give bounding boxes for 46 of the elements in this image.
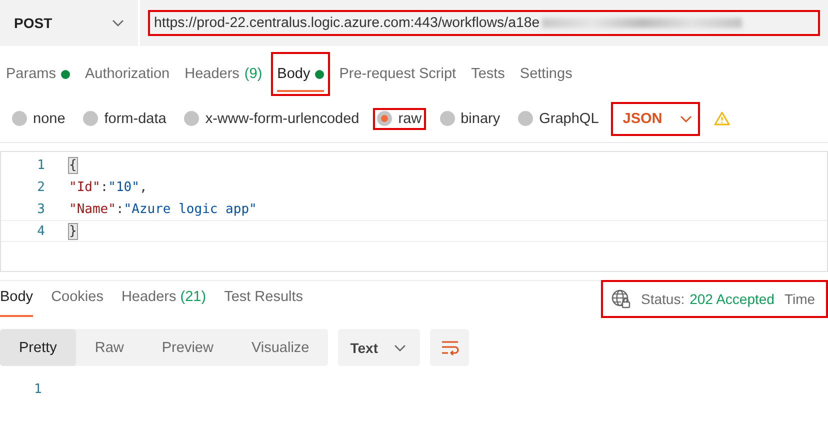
chevron-down-icon xyxy=(680,114,692,122)
view-mode-button[interactable]: Pretty xyxy=(0,329,76,366)
body-type-option[interactable]: form-data xyxy=(79,108,170,130)
response-tab[interactable]: Test Results xyxy=(215,281,312,317)
line-number: 1 xyxy=(36,158,46,172)
body-type-option[interactable]: binary xyxy=(436,108,504,130)
code-line: "Name":"Azure logic app" xyxy=(69,202,257,216)
body-type-option[interactable]: none xyxy=(8,108,70,130)
method-dropdown[interactable]: POST xyxy=(0,0,138,46)
request-tab[interactable]: Body xyxy=(271,52,330,96)
response-tab[interactable]: Headers (21) xyxy=(112,281,216,317)
time-label: Time xyxy=(784,291,816,307)
body-type-option[interactable]: GraphQL xyxy=(514,108,603,130)
request-tab[interactable]: Params xyxy=(0,52,76,96)
radio-button[interactable] xyxy=(440,111,455,126)
wrap-lines-icon xyxy=(440,340,460,356)
format-dropdown[interactable]: Text xyxy=(338,329,420,366)
radio-button[interactable] xyxy=(184,111,200,126)
request-tab[interactable]: Settings xyxy=(514,52,578,96)
chevron-down-icon xyxy=(112,19,124,27)
line-number: 3 xyxy=(36,202,46,216)
radio-button[interactable] xyxy=(12,111,27,126)
code-line: "Id":"10", xyxy=(69,180,148,194)
line-number: 4 xyxy=(36,224,46,238)
body-type-option[interactable]: x-www-form-urlencoded xyxy=(180,108,364,130)
format-dropdown[interactable]: JSON xyxy=(610,102,700,136)
radio-button[interactable] xyxy=(377,111,392,126)
view-mode-button[interactable]: Preview xyxy=(142,329,232,366)
status-value: 202 Accepted xyxy=(690,291,774,307)
request-tab[interactable]: Authorization xyxy=(78,52,176,96)
globe-lock-icon xyxy=(611,289,631,309)
view-mode-button[interactable]: Raw xyxy=(76,329,143,366)
request-tab[interactable]: Headers (9) xyxy=(178,52,268,96)
body-type-option[interactable]: raw xyxy=(373,108,426,130)
radio-button[interactable] xyxy=(518,111,534,126)
response-tab[interactable]: Cookies xyxy=(42,281,112,317)
radio-button[interactable] xyxy=(83,111,98,126)
chevron-down-icon xyxy=(394,344,406,352)
status-label: Status: xyxy=(641,291,685,307)
request-tab[interactable]: Tests xyxy=(465,52,511,96)
request-tab[interactable]: Pre-request Script xyxy=(333,52,462,96)
wrap-lines-button[interactable] xyxy=(430,329,469,366)
line-number: 1 xyxy=(33,381,43,397)
response-tab[interactable]: Body xyxy=(0,281,34,317)
line-number: 2 xyxy=(36,180,46,194)
view-mode-button[interactable]: Visualize xyxy=(232,329,328,366)
